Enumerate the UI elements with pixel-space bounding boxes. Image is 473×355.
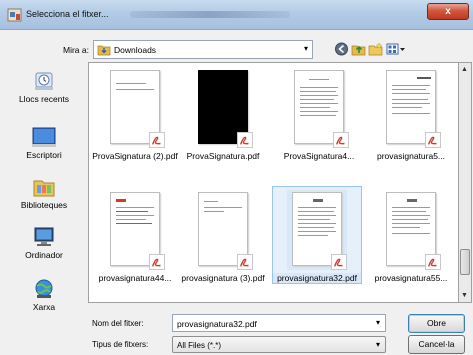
view-menu-icon[interactable] [386,42,406,56]
file-name: ProvaSignatura4... [283,151,355,161]
title-blurred-area [130,11,290,18]
pdf-thumbnail [193,68,253,148]
pdf-icon [237,132,253,148]
computer-icon [34,227,54,246]
file-type-label: Tipus de fitxers: [92,340,149,349]
place-desktop[interactable]: Escriptori [3,126,85,160]
file-type-select[interactable]: All Files (*.*) ▾ [172,336,386,353]
scroll-down-icon[interactable]: ▼ [461,292,468,299]
file-type-value: All Files (*.*) [177,341,222,350]
cancel-button[interactable]: Cancel·la [408,335,465,354]
file-name: provasignatura5... [376,151,446,161]
file-name: ProvaSignatura (2).pdf [92,151,178,161]
title-bar[interactable]: Selecciona el fitxer... x [0,0,473,30]
place-recent[interactable]: Llocs recents [3,70,85,104]
place-label: Llocs recents [18,94,70,104]
place-libraries[interactable]: Biblioteques [3,176,85,210]
pdf-thumbnail [193,190,253,270]
file-item[interactable]: ProvaSignatura (2).pdf [91,65,179,161]
chevron-down-icon: ▾ [375,340,380,349]
look-in-label: Mira a: [63,45,89,55]
pdf-thumbnail [287,190,347,270]
file-item[interactable]: provasignatura55... [367,187,455,283]
file-item[interactable]: provasignatura44... [91,187,179,283]
place-label: Ordinador [25,250,63,260]
open-button[interactable]: Obre [408,314,465,333]
file-item-selected[interactable]: provasignatura32.pdf [272,186,362,284]
desktop-icon [32,127,56,147]
network-icon [35,279,53,298]
pdf-icon [333,132,349,148]
file-list[interactable]: ProvaSignatura (2).pdf ProvaSignatura.pd… [88,62,458,303]
chevron-down-icon: ▾ [303,44,308,53]
pdf-icon [237,254,253,270]
pdf-thumbnail [381,190,441,270]
scroll-up-icon[interactable]: ▲ [461,66,468,73]
file-item[interactable]: ProvaSignatura.pdf [179,65,267,161]
file-name: provasignatura (3).pdf [181,273,265,283]
file-name-label: Nom del fitxer: [92,319,144,328]
look-in-combo[interactable]: Downloads ▾ [93,40,313,59]
pdf-icon [149,254,165,270]
app-icon [7,8,22,22]
pdf-icon [425,132,441,148]
downloads-folder-icon [97,45,111,56]
file-name: provasignatura32.pdf [273,273,361,283]
file-name: ProvaSignatura.pdf [186,151,260,161]
file-name: provasignatura44... [98,273,172,283]
look-in-value: Downloads [114,45,157,55]
place-computer[interactable]: Ordinador [3,226,85,260]
scroll-thumb[interactable] [460,249,470,275]
place-label: Escriptori [26,150,62,160]
back-icon[interactable] [334,42,349,56]
chevron-down-icon[interactable]: ▾ [376,318,380,327]
pdf-thumbnail [105,68,165,148]
up-folder-icon[interactable] [351,42,366,56]
file-name-input[interactable]: provasignatura32.pdf ▾ [172,314,386,332]
libraries-icon [33,180,55,197]
file-name-value: provasignatura32.pdf [177,319,257,329]
window-title: Selecciona el fitxer... [26,9,109,19]
place-label: Xarxa [32,302,56,312]
place-network[interactable]: Xarxa [3,278,85,312]
pdf-thumbnail [381,68,441,148]
vertical-scrollbar[interactable]: ▲ ▼ [458,62,472,303]
pdf-icon [425,254,441,270]
place-label: Biblioteques [20,200,68,210]
pdf-icon [149,132,165,148]
file-item[interactable]: provasignatura5... [367,65,455,161]
pdf-icon [331,254,347,270]
new-folder-icon[interactable] [368,42,383,56]
places-bar: Llocs recents Escriptori Biblioteques Or… [3,60,85,312]
file-item[interactable]: ProvaSignatura4... [275,65,363,161]
file-item[interactable]: provasignatura (3).pdf [179,187,267,283]
recent-places-icon [35,72,53,90]
close-button[interactable]: x [427,3,469,20]
file-name: provasignatura55... [374,273,448,283]
pdf-thumbnail [105,190,165,270]
pdf-thumbnail [289,68,349,148]
